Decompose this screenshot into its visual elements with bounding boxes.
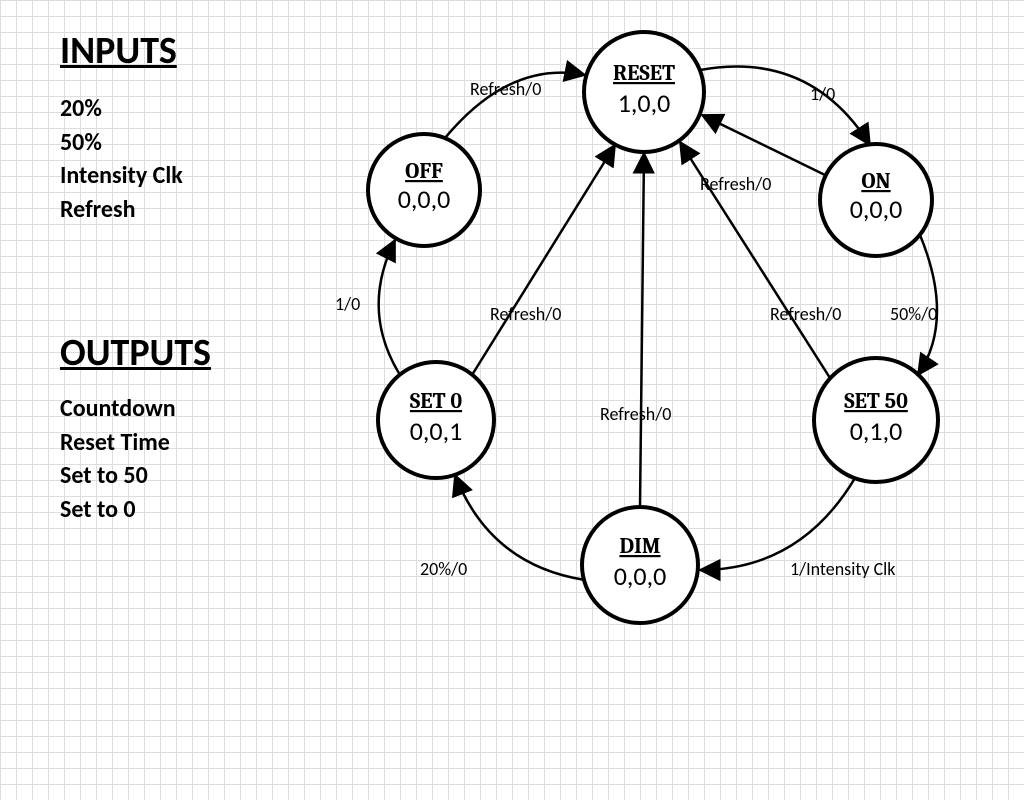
svg-text:0,0,0: 0,0,0 [398,183,451,215]
state-diagram: 1/0 Refresh/0 50%/0 Refresh/0 1/Intensit… [0,0,1024,800]
svg-text:SET 0: SET 0 [410,388,462,414]
edge-on-reset [702,115,825,175]
svg-text:1,0,0: 1,0,0 [618,87,671,119]
edge-dim-set0 [455,475,585,580]
edge-dim-reset [640,153,644,507]
edge-label: 1/0 [810,83,835,105]
edge-label: Refresh/0 [600,403,671,425]
svg-text:0,1,0: 0,1,0 [850,415,903,447]
svg-text:0,0,0: 0,0,0 [850,193,903,225]
svg-text:0,0,0: 0,0,0 [614,560,667,592]
edge-label: Refresh/0 [490,303,561,325]
edge-label: 1/Intensity Clk [790,558,895,580]
edge-label: Refresh/0 [770,303,841,325]
state-off: OFF 0,0,0 [368,134,480,246]
svg-text:RESET: RESET [613,60,675,86]
edge-reset-on [700,67,870,145]
edge-label: Refresh/0 [470,78,541,100]
svg-text:SET 50: SET 50 [844,388,908,414]
edge-label: 20%/0 [420,558,467,580]
edge-set0-off [379,240,400,375]
edge-set0-reset [472,145,615,375]
svg-text:0,0,1: 0,0,1 [410,415,463,447]
edge-label: 50%/0 [890,303,937,325]
state-set0: SET 0 0,0,1 [378,362,494,478]
svg-text:ON: ON [861,168,890,194]
state-reset: RESET 1,0,0 [584,32,704,152]
edge-label: 1/0 [335,293,360,315]
state-set50: SET 50 0,1,0 [814,358,938,482]
state-on: ON 0,0,0 [820,144,932,256]
edge-set50-dim [700,478,855,570]
state-dim: DIM 0,0,0 [582,507,698,623]
svg-text:DIM: DIM [619,533,660,559]
svg-text:OFF: OFF [405,158,443,184]
